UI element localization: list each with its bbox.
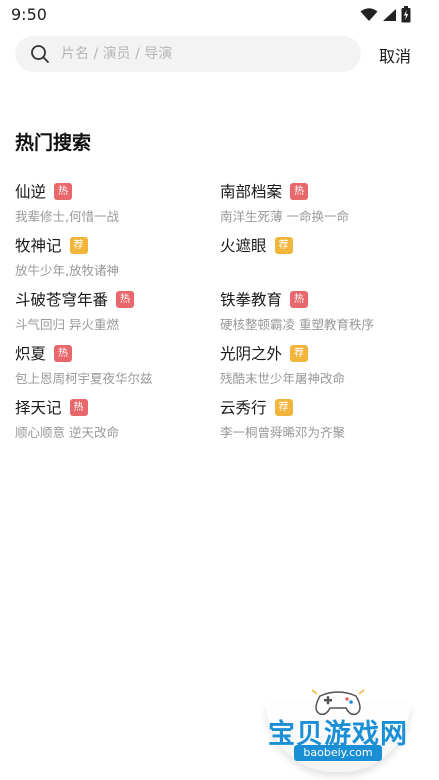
- hot-search-item[interactable]: 火遮眼 荐: [220, 234, 420, 282]
- recommend-badge: 荐: [290, 344, 309, 362]
- watermark-url: baobeiy.com: [294, 745, 382, 761]
- hot-search-title: 热门搜索: [15, 132, 92, 154]
- hot-badge: 热: [290, 182, 309, 200]
- hot-search-item[interactable]: 择天记 热 顺心顺意 逆天改命: [15, 396, 215, 444]
- recommend-badge: 荐: [274, 398, 293, 416]
- hot-search-item[interactable]: 牧神记 荐 放牛少年,放牧诸神: [15, 234, 215, 282]
- status-icons: [360, 6, 411, 23]
- hot-search-item-desc: 包上恩周柯宇夏夜华尔兹: [15, 371, 153, 386]
- hot-search-item-title: 铁拳教育: [220, 291, 283, 309]
- hot-search-item-desc: 李一桐曾舜晞邓为齐聚: [220, 425, 346, 440]
- hot-search-item[interactable]: 仙逆 热 我辈修士,何惜一战: [15, 180, 215, 228]
- hot-search-item-title: 择天记: [15, 399, 62, 417]
- hot-search-item[interactable]: 铁拳教育 热 硬核整顿霸凌 重塑教育秩序: [220, 288, 420, 336]
- hot-search-item[interactable]: 炽夏 热 包上恩周柯宇夏夜华尔兹: [15, 342, 215, 390]
- search-icon: [31, 45, 49, 63]
- status-bar: 9:50: [0, 0, 439, 30]
- battery-charging-icon: [401, 6, 411, 23]
- hot-search-item-title: 火遮眼: [220, 237, 267, 255]
- hot-search-item[interactable]: 斗破苍穹年番 热 斗气回归 异火重燃: [15, 288, 215, 336]
- hot-search-item-desc: 残酷末世少年屠神改命: [220, 371, 346, 386]
- hot-search-item-desc: 放牛少年,放牧诸神: [15, 263, 119, 278]
- watermark-logo: 宝贝游戏网 baobeiy.com: [258, 682, 418, 774]
- hot-search-item-title: 牧神记: [15, 237, 62, 255]
- hot-badge: 热: [69, 398, 88, 416]
- hot-search-item[interactable]: 云秀行 荐 李一桐曾舜晞邓为齐聚: [220, 396, 420, 444]
- hot-search-item[interactable]: 光阴之外 荐 残酷末世少年屠神改命: [220, 342, 420, 390]
- hot-search-item-desc: 斗气回归 异火重燃: [15, 317, 119, 332]
- hot-badge: 热: [290, 290, 309, 308]
- search-box[interactable]: [15, 36, 361, 72]
- hot-search-item-title: 炽夏: [15, 345, 47, 363]
- hot-search-item-desc: 硬核整顿霸凌 重塑教育秩序: [220, 317, 374, 332]
- hot-badge: 热: [54, 344, 73, 362]
- signal-icon: [383, 8, 396, 21]
- recommend-badge: 荐: [69, 236, 88, 254]
- hot-search-item-desc: 我辈修士,何惜一战: [15, 209, 119, 224]
- hot-search-item-desc: 顺心顺意 逆天改命: [15, 425, 119, 440]
- hot-badge: 热: [54, 182, 73, 200]
- hot-search-item-title: 光阴之外: [220, 345, 283, 363]
- hot-badge: 热: [116, 290, 135, 308]
- hot-search-item-title: 云秀行: [220, 399, 267, 417]
- hot-search-item-title: 仙逆: [15, 183, 47, 201]
- search-row: 取消: [15, 36, 425, 72]
- wifi-icon: [360, 7, 378, 21]
- hot-search-item-desc: 南洋生死薄 一命换一命: [220, 209, 349, 224]
- hot-search-item[interactable]: 南部档案 热 南洋生死薄 一命换一命: [220, 180, 420, 228]
- hot-search-item-title: 南部档案: [220, 183, 283, 201]
- search-input[interactable]: [61, 36, 351, 72]
- hot-search-item-title: 斗破苍穹年番: [15, 291, 109, 309]
- status-time: 9:50: [11, 5, 47, 24]
- recommend-badge: 荐: [274, 236, 293, 254]
- cancel-button[interactable]: 取消: [379, 43, 411, 67]
